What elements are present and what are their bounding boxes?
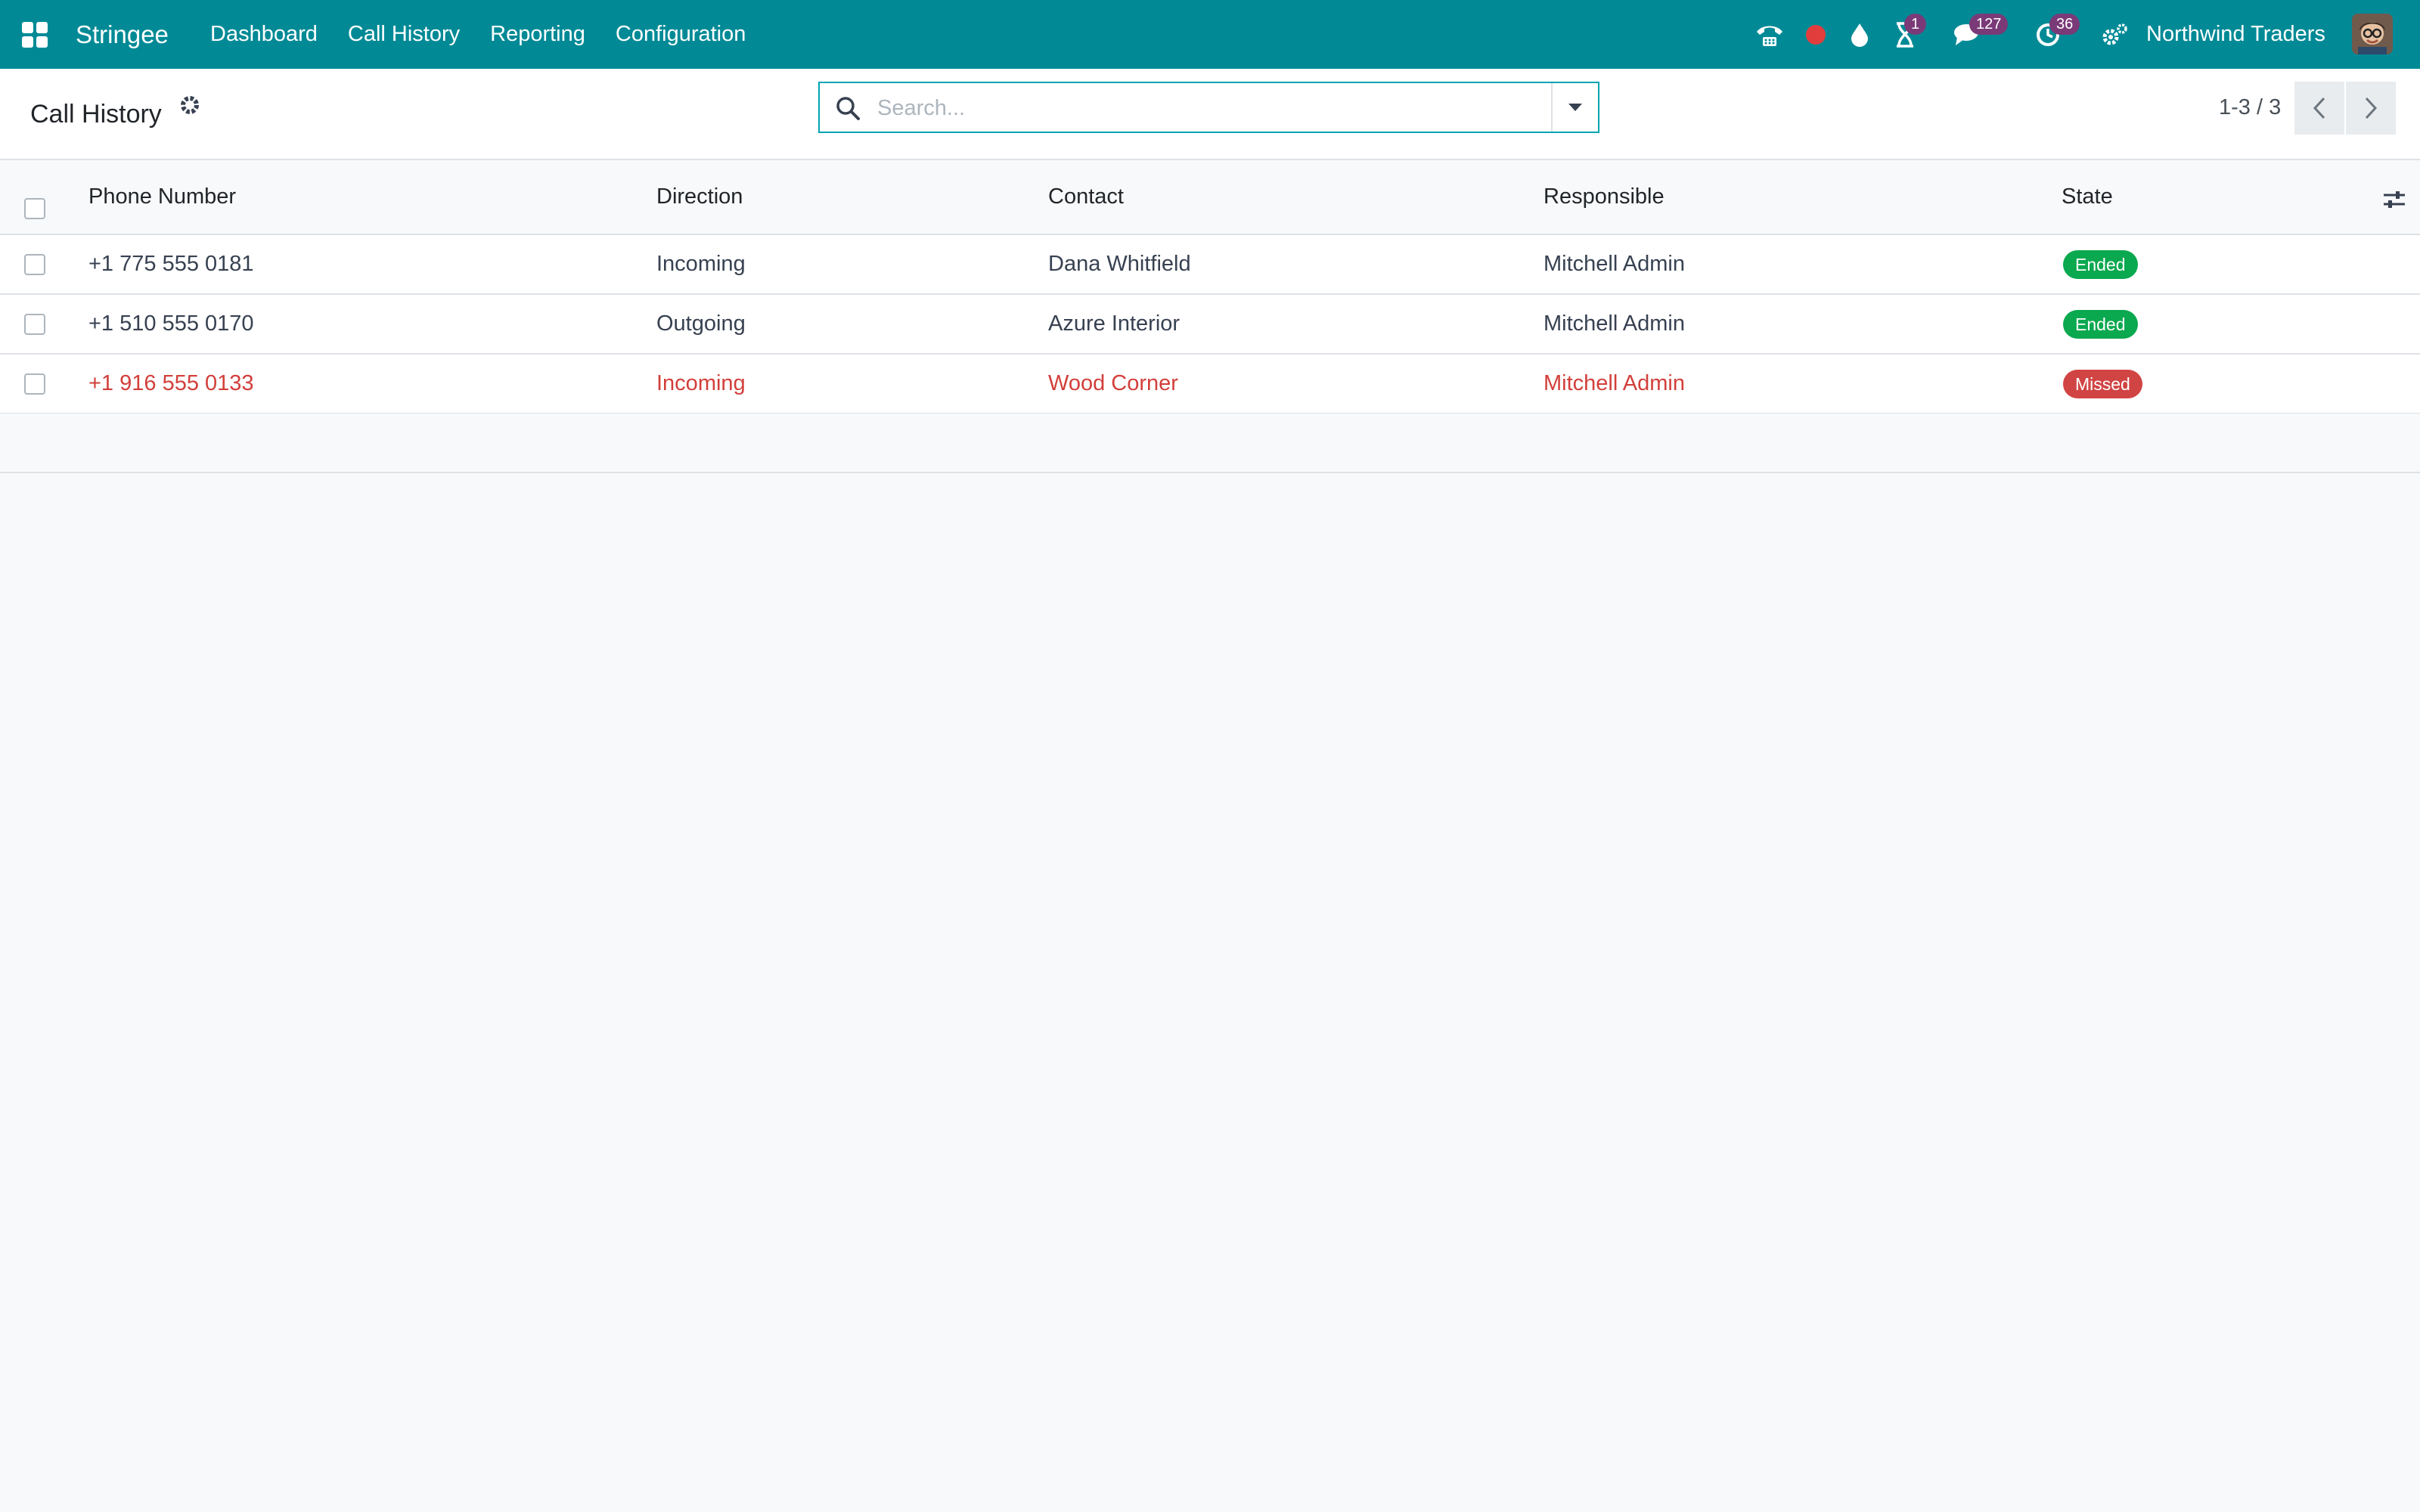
- recording-indicator[interactable]: [1803, 0, 1829, 69]
- settings-button[interactable]: [2099, 0, 2130, 69]
- state-badge: Ended: [2063, 310, 2138, 339]
- responsible-cell: Mitchell Admin: [1544, 371, 1685, 395]
- user-avatar[interactable]: [2352, 14, 2393, 54]
- caret-down-icon: [1568, 104, 1582, 111]
- state-badge: Missed: [2063, 370, 2142, 398]
- column-phone-number[interactable]: Phone Number: [88, 160, 236, 234]
- table-header: Phone Number Direction Contact Responsib…: [0, 160, 2420, 235]
- table-row[interactable]: +1 510 555 0170 Outgoing Azure Interior …: [0, 295, 2420, 355]
- row-checkbox[interactable]: [24, 314, 45, 335]
- chevron-left-icon: [2313, 97, 2325, 119]
- search-bar[interactable]: [818, 82, 1599, 133]
- phone-button[interactable]: [1753, 0, 1786, 69]
- column-direction[interactable]: Direction: [656, 160, 743, 234]
- menu-call-history[interactable]: Call History: [333, 0, 475, 69]
- settings-icon: [2102, 23, 2127, 45]
- pager-value[interactable]: 1-3 / 3: [2219, 94, 2281, 121]
- top-navbar: Stringee Dashboard Call History Reportin…: [0, 0, 2420, 69]
- column-responsible[interactable]: Responsible: [1544, 160, 1665, 234]
- contact-cell: Dana Whitfield: [1048, 252, 1191, 276]
- column-state[interactable]: State: [2062, 160, 2113, 234]
- timer-badge: 36: [2049, 14, 2080, 35]
- direction-cell: Incoming: [656, 252, 746, 276]
- drop-button[interactable]: [1847, 0, 1872, 69]
- direction-cell: Outgoing: [656, 311, 746, 336]
- state-badge: Ended: [2063, 250, 2138, 279]
- phone-number-cell: +1 510 555 0170: [88, 311, 254, 336]
- main-menu: Dashboard Call History Reporting Configu…: [195, 0, 761, 69]
- responsible-cell: Mitchell Admin: [1544, 252, 1685, 276]
- app-brand[interactable]: Stringee: [76, 0, 169, 69]
- menu-dashboard[interactable]: Dashboard: [195, 0, 333, 69]
- contact-cell: Azure Interior: [1048, 311, 1181, 336]
- phone-icon: [1757, 26, 1782, 46]
- column-contact[interactable]: Contact: [1048, 160, 1124, 234]
- row-checkbox[interactable]: [24, 254, 45, 275]
- menu-configuration[interactable]: Configuration: [600, 0, 762, 69]
- row-checkbox[interactable]: [24, 373, 45, 395]
- chevron-right-icon: [2365, 97, 2378, 119]
- apps-grid-icon[interactable]: [21, 21, 48, 48]
- activities-badge: 1: [1904, 14, 1927, 35]
- table-row[interactable]: +1 916 555 0133 Incoming Wood Corner Mit…: [0, 355, 2420, 414]
- pager-next-button[interactable]: [2346, 82, 2396, 135]
- phone-number-cell: +1 775 555 0181: [88, 252, 254, 276]
- page-title: Call History: [30, 100, 162, 129]
- responsible-cell: Mitchell Admin: [1544, 311, 1685, 336]
- search-icon: [836, 97, 860, 120]
- drop-icon: [1851, 23, 1868, 47]
- direction-cell: Incoming: [656, 371, 746, 395]
- table-row[interactable]: +1 775 555 0181 Incoming Dana Whitfield …: [0, 235, 2420, 295]
- actions-gear-button[interactable]: [178, 94, 201, 120]
- pager-previous-button[interactable]: [2294, 82, 2344, 135]
- messages-badge: 127: [1969, 14, 2009, 35]
- optional-columns-icon[interactable]: [2382, 189, 2406, 210]
- search-input[interactable]: [876, 91, 1529, 125]
- gear-icon: [181, 96, 199, 114]
- empty-row: [0, 414, 2420, 473]
- contact-cell: Wood Corner: [1048, 371, 1178, 395]
- phone-number-cell: +1 916 555 0133: [88, 371, 254, 395]
- search-options-toggle[interactable]: [1551, 83, 1598, 132]
- company-switcher[interactable]: Northwind Traders: [2146, 0, 2325, 69]
- record-dot-icon: [1806, 24, 1826, 45]
- menu-reporting[interactable]: Reporting: [475, 0, 600, 69]
- select-all-checkbox[interactable]: [24, 198, 45, 219]
